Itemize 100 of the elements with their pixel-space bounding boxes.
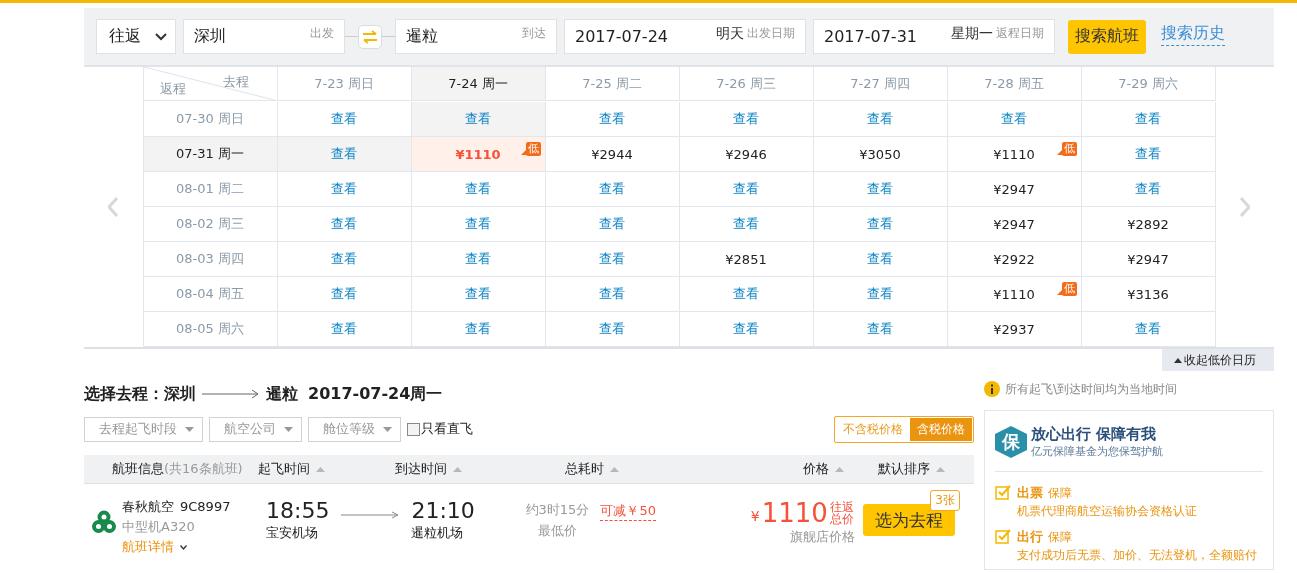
view-link[interactable]: 查看 — [1135, 320, 1161, 338]
departure-date: 2017-07-24周一 — [308, 383, 443, 405]
view-link[interactable]: 查看 — [867, 110, 893, 128]
view-link[interactable]: 查看 — [733, 110, 759, 128]
destination-city: 暹粒 — [266, 383, 298, 405]
departure-date-header[interactable]: 7-26 周三 — [679, 67, 814, 101]
view-link[interactable]: 查看 — [1135, 110, 1161, 128]
view-link[interactable]: 查看 — [1135, 145, 1161, 163]
view-link[interactable]: 查看 — [867, 250, 893, 268]
caret-down-icon — [383, 426, 392, 432]
return-date-field[interactable]: 2017-07-31 星期一 返程日期 — [813, 19, 1055, 54]
view-link[interactable]: 查看 — [465, 285, 491, 303]
view-link[interactable]: 查看 — [599, 320, 625, 338]
column-axis-label: 去程 — [222, 73, 249, 91]
fare-price[interactable]: ¥2851 — [725, 251, 767, 267]
departure-date-header[interactable]: 7-28 周五 — [947, 67, 1082, 101]
departure-date-header[interactable]: 7-23 周日 — [277, 67, 412, 101]
fare-price[interactable]: ¥2947 — [993, 216, 1035, 232]
fare-price[interactable]: ¥2944 — [591, 146, 633, 162]
view-link[interactable]: 查看 — [867, 285, 893, 303]
sort-column-header[interactable]: 总耗时 — [565, 460, 619, 478]
return-date-header[interactable]: 08-01 周二 — [143, 172, 278, 207]
flight-details-link[interactable]: 航班详情 — [122, 538, 231, 556]
sort-column-header[interactable]: 默认排序 — [878, 460, 945, 478]
flight-number: 9C8997 — [180, 499, 231, 514]
collapse-calendar-button[interactable]: 收起低价日历 — [1162, 349, 1274, 371]
departure-city-field[interactable]: 深圳 出发 — [183, 19, 345, 54]
view-link[interactable]: 查看 — [599, 250, 625, 268]
view-link[interactable]: 查看 — [331, 180, 357, 198]
sort-column-header[interactable]: 价格 — [803, 460, 844, 478]
view-link[interactable]: 查看 — [331, 320, 357, 338]
view-link[interactable]: 查看 — [465, 110, 491, 128]
view-link[interactable]: 查看 — [331, 110, 357, 128]
direct-only-checkbox[interactable]: 只看直飞 — [407, 420, 473, 438]
view-link[interactable]: 查看 — [733, 215, 759, 233]
sort-column-header[interactable]: 到达时间 — [395, 460, 462, 478]
fare-price[interactable]: ¥3050 — [859, 146, 901, 162]
airline-name: 春秋航空 — [122, 499, 174, 514]
fare-price[interactable]: ¥1110 — [993, 146, 1035, 162]
guarantee-title: 放心出行 保障有我 — [1031, 425, 1158, 444]
guarantee-item-text: 机票代理商航空运输协会资格认证 — [1017, 503, 1197, 520]
flight-count: (共16条航班) — [164, 460, 243, 478]
route-title: 选择去程：深圳 — [84, 383, 196, 405]
fare-price[interactable]: ¥2922 — [993, 251, 1035, 267]
caret-down-icon — [185, 426, 194, 432]
view-link[interactable]: 查看 — [465, 320, 491, 338]
fare-price[interactable]: ¥3136 — [1127, 286, 1169, 302]
view-link[interactable]: 查看 — [331, 285, 357, 303]
guarantee-item-title: 出票 — [1017, 485, 1043, 500]
filter-dropdown[interactable]: 航空公司 — [209, 416, 302, 442]
fare-price[interactable]: ¥2947 — [1127, 251, 1169, 267]
flight-duration: 约3时15分 — [524, 501, 591, 519]
return-date-header[interactable]: 08-03 周四 — [143, 242, 278, 277]
departure-date-header[interactable]: 7-29 周六 — [1081, 67, 1216, 101]
filter-dropdown[interactable]: 舱位等级 — [308, 416, 401, 442]
swap-button[interactable] — [358, 24, 382, 49]
departure-date-header[interactable]: 7-27 周四 — [813, 67, 948, 101]
return-date-header[interactable]: 07-31 周一 — [143, 137, 278, 172]
view-link[interactable]: 查看 — [599, 285, 625, 303]
trip-type-select[interactable]: 往返 — [96, 19, 176, 54]
view-link[interactable]: 查看 — [331, 145, 357, 163]
return-date-header[interactable]: 08-02 周三 — [143, 207, 278, 242]
column-header: 航班信息 — [112, 460, 164, 478]
view-link[interactable]: 查看 — [465, 215, 491, 233]
view-link[interactable]: 查看 — [1135, 180, 1161, 198]
view-link[interactable]: 查看 — [1001, 110, 1027, 128]
view-link[interactable]: 查看 — [733, 320, 759, 338]
search-button[interactable]: 搜索航班 — [1068, 19, 1146, 54]
view-link[interactable]: 查看 — [733, 285, 759, 303]
view-link[interactable]: 查看 — [599, 215, 625, 233]
fare-price[interactable]: ¥2892 — [1127, 216, 1169, 232]
view-link[interactable]: 查看 — [331, 250, 357, 268]
view-link[interactable]: 查看 — [867, 320, 893, 338]
fare-price[interactable]: ¥2937 — [993, 321, 1035, 337]
aircraft-type: 中型机A320 — [122, 518, 196, 536]
sort-up-icon — [936, 466, 945, 472]
arrival-time: 21:10 — [411, 498, 475, 524]
caret-up-icon — [1174, 357, 1182, 363]
view-link[interactable]: 查看 — [465, 180, 491, 198]
departure-date-header[interactable]: 7-25 周二 — [545, 67, 680, 101]
view-link[interactable]: 查看 — [867, 215, 893, 233]
fare-price[interactable]: ¥1110 — [455, 146, 501, 162]
return-date-header[interactable]: 08-04 周五 — [143, 277, 278, 312]
view-link[interactable]: 查看 — [599, 180, 625, 198]
price-mode-tab[interactable]: 含税价格 — [910, 417, 972, 441]
view-link[interactable]: 查看 — [465, 250, 491, 268]
departure-date-field[interactable]: 2017-07-24 明天 出发日期 — [564, 19, 806, 54]
fare-price[interactable]: ¥2947 — [993, 181, 1035, 197]
view-link[interactable]: 查看 — [733, 180, 759, 198]
view-link[interactable]: 查看 — [867, 180, 893, 198]
search-history-link[interactable]: 搜索历史 — [1161, 23, 1225, 46]
return-date-header[interactable]: 08-05 周六 — [143, 312, 278, 347]
arrival-city-field[interactable]: 暹粒 到达 — [395, 19, 557, 54]
fare-price[interactable]: ¥1110 — [993, 286, 1035, 302]
view-link[interactable]: 查看 — [599, 110, 625, 128]
filter-dropdown[interactable]: 去程起飞时段 — [84, 416, 203, 442]
sort-column-header[interactable]: 起飞时间 — [258, 460, 325, 478]
view-link[interactable]: 查看 — [331, 215, 357, 233]
departure-date-header[interactable]: 7-24 周一 — [411, 67, 546, 101]
fare-price[interactable]: ¥2946 — [725, 146, 767, 162]
